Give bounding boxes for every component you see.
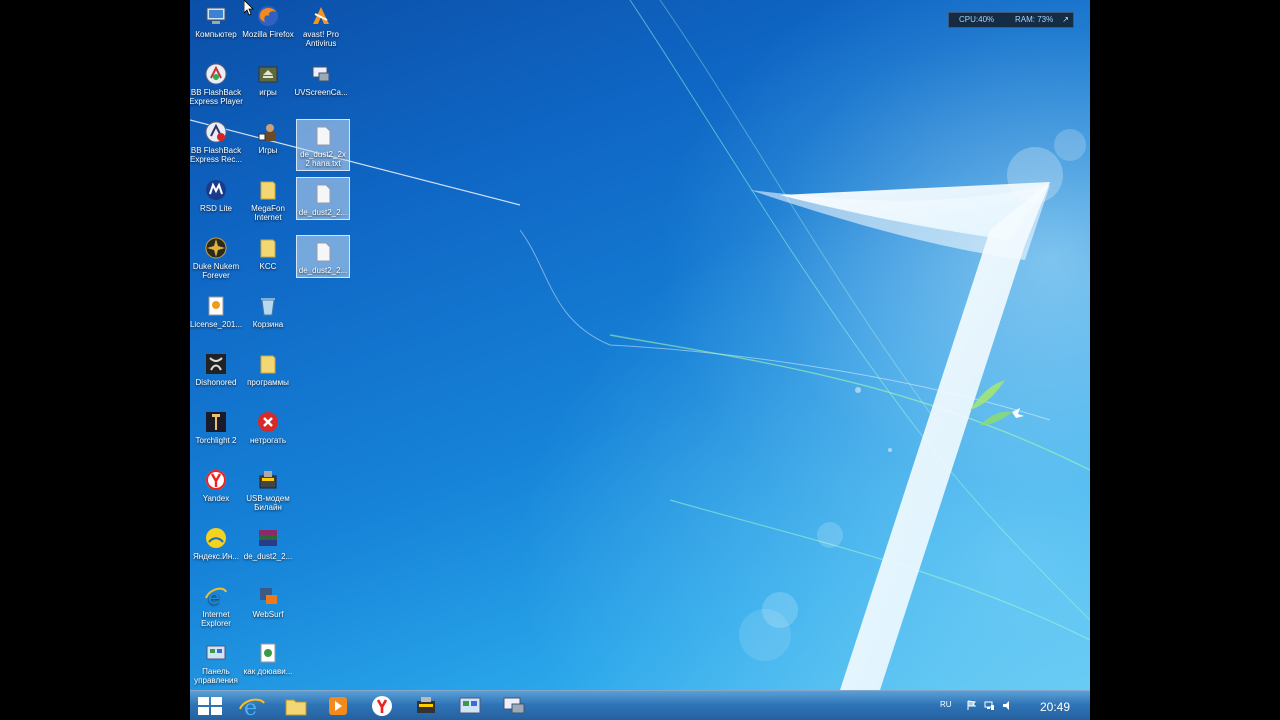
- desktop-icon-bb-flashback-player[interactable]: BB FlashBack Express Player: [190, 58, 244, 106]
- uvscreencamera-icon: [503, 697, 525, 714]
- internet-explorer-icon: e: [205, 585, 227, 608]
- desktop-icon-torchlight2[interactable]: Torchlight 2: [190, 406, 244, 445]
- folder-icon: [260, 181, 276, 200]
- expand-icon[interactable]: ↗: [1062, 13, 1069, 27]
- desktop-icon-programs-folder[interactable]: программы: [240, 348, 296, 387]
- desktop-icon-control-panel[interactable]: Панель управления: [190, 637, 244, 685]
- mouse-cursor: [244, 0, 254, 16]
- desktop-icon-recycle-bin[interactable]: Корзина: [240, 290, 296, 329]
- license-file-icon: [208, 296, 224, 316]
- text-file-icon: [316, 126, 331, 146]
- desktop-icon-usb-modem-beeline[interactable]: USB-модем Билайн: [240, 464, 296, 512]
- taskbar-control-panel[interactable]: [452, 693, 488, 719]
- bb-flashback-player-icon: [205, 63, 227, 85]
- recycle-bin-icon: [261, 298, 275, 316]
- avast-icon: [313, 7, 329, 24]
- file-icon: [316, 242, 331, 262]
- desktop-icon-kcc-folder[interactable]: KCC: [240, 232, 296, 271]
- flag-icon[interactable]: [966, 700, 977, 711]
- windows-logo-icon: [198, 697, 222, 715]
- desktop[interactable]: Компьютер Mozilla Firefox avast! Pro Ant…: [190, 0, 1090, 720]
- websurf-icon: [260, 588, 277, 604]
- firefox-icon: [258, 6, 278, 26]
- taskbar-media-player[interactable]: [320, 693, 356, 719]
- desktop-icon-de-dust2-txt[interactable]: de_dust2_2x2 hana.txt: [296, 119, 350, 171]
- usb-modem-icon: [259, 471, 277, 489]
- cpu-usage: CPU:40%: [959, 15, 995, 24]
- language-indicator[interactable]: RU: [940, 700, 952, 709]
- duke-nukem-icon: [205, 237, 227, 259]
- taskbar-explorer[interactable]: [278, 693, 314, 719]
- internet-explorer-icon: e: [239, 696, 265, 720]
- motorola-icon: [206, 180, 226, 200]
- taskbar-yandex[interactable]: [364, 693, 400, 719]
- network-icon[interactable]: [984, 700, 995, 711]
- folder-icon: [285, 699, 307, 716]
- person-shortcut-icon: [258, 124, 275, 141]
- desktop-icon-de-dust2-file-1[interactable]: de_dust2_2...: [296, 177, 350, 220]
- games-icon: [258, 66, 278, 83]
- desktop-icon-netrogat[interactable]: нетрогать: [240, 406, 296, 445]
- desktop-icon-rsd-lite[interactable]: RSD Lite: [190, 174, 244, 213]
- clock[interactable]: 20:49: [1040, 700, 1070, 714]
- desktop-icon-de-dust2-archive[interactable]: de_dust2_2...: [240, 522, 296, 561]
- computer-icon: [206, 7, 226, 24]
- desktop-icon-dishonored[interactable]: Dishonored: [190, 348, 244, 387]
- taskbar-internet-explorer[interactable]: e: [234, 693, 270, 720]
- taskbar-uvscreencamera[interactable]: [496, 693, 532, 719]
- volume-icon[interactable]: [1002, 700, 1013, 711]
- start-button[interactable]: [192, 693, 228, 719]
- file-icon: [316, 184, 331, 204]
- desktop-icon-computer[interactable]: Компьютер: [190, 0, 244, 39]
- wallpaper: [190, 0, 1090, 690]
- desktop-icon-bb-flashback-recorder[interactable]: BB FlashBack Express Rec...: [190, 116, 244, 164]
- bb-flashback-recorder-icon: [205, 121, 227, 143]
- folder-icon: [260, 239, 276, 258]
- yandex-browser-icon: [372, 696, 392, 716]
- media-player-icon: [329, 697, 347, 715]
- desktop-icon-websurf[interactable]: WebSurf: [240, 580, 296, 619]
- desktop-icon-license[interactable]: License_201...: [190, 290, 244, 329]
- desktop-icon-uvscreencamera[interactable]: UVScreenCa...: [293, 58, 349, 97]
- desktop-icon-de-dust2-file-2[interactable]: de_dust2_2...: [296, 235, 350, 278]
- desktop-icon-igry-shortcut[interactable]: Игры: [240, 116, 296, 155]
- document-icon: [260, 643, 276, 663]
- yandex-browser-icon: [206, 470, 226, 490]
- taskbar-usb-modem[interactable]: [408, 693, 444, 719]
- control-panel-icon: [206, 645, 226, 660]
- control-panel-icon: [459, 697, 481, 714]
- folder-icon: [260, 355, 276, 374]
- desktop-icon-how-to-add[interactable]: как доюави...: [240, 637, 296, 676]
- uvscreencamera-icon: [312, 66, 330, 82]
- usb-modem-icon: [417, 697, 435, 713]
- error-x-icon: [258, 412, 278, 432]
- torchlight-icon: [206, 412, 226, 432]
- taskbar: e RU 20:49: [190, 690, 1090, 720]
- desktop-icon-games-folder[interactable]: игры: [240, 58, 296, 97]
- winrar-archive-icon: [259, 530, 277, 546]
- system-tray: RU 20:49: [930, 691, 1090, 720]
- dishonored-icon: [206, 354, 226, 374]
- yandex-internet-icon: [206, 528, 226, 548]
- system-monitor-gadget[interactable]: CPU:40% RAM: 73% ↗: [948, 12, 1074, 28]
- desktop-icon-avast[interactable]: avast! Pro Antivirus: [293, 0, 349, 48]
- desktop-icon-yandex[interactable]: Yandex: [190, 464, 244, 503]
- desktop-icon-yandex-internet[interactable]: Яндекс.Ин...: [190, 522, 244, 561]
- desktop-icon-duke-nukem[interactable]: Duke Nukem Forever: [190, 232, 244, 280]
- ram-usage: RAM: 73%: [1015, 15, 1054, 24]
- desktop-icon-megafon-folder[interactable]: MegaFon Internet: [240, 174, 296, 222]
- desktop-icon-internet-explorer[interactable]: e Internet Explorer: [190, 580, 244, 628]
